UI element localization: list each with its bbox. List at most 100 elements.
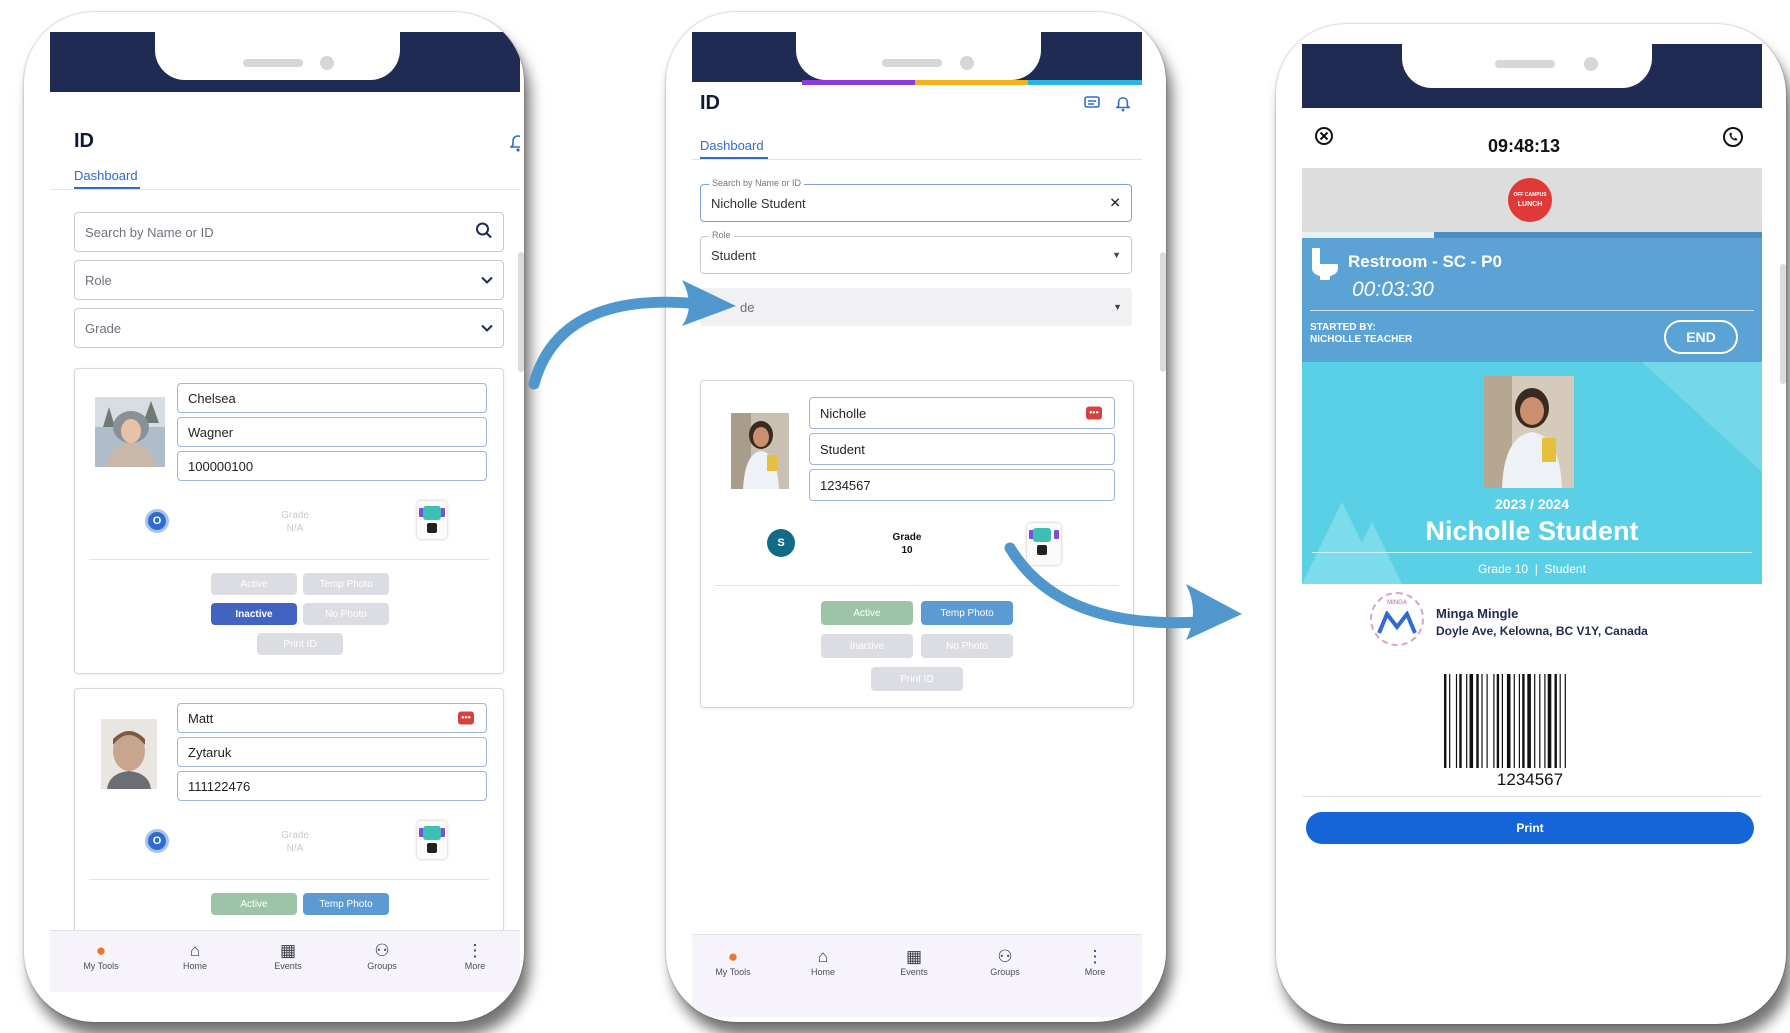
pass-timer: 00:03:30 — [1352, 278, 1434, 301]
school-icon: ⌂ — [189, 941, 201, 960]
school-year: 2023 / 2024 — [1495, 496, 1569, 512]
tab-dashboard[interactable]: Dashboard — [700, 138, 764, 153]
bottom-nav: ● My Tools ⌂ Home ▦ Events ⚇ Groups ⋮ More — [50, 930, 520, 992]
student-photo — [101, 719, 157, 789]
showcase-stage: ID Dashboard Search by Name or ID Role G… — [0, 0, 1790, 1033]
more-icon[interactable]: ••• — [1086, 406, 1102, 420]
barcode-bar — [1564, 674, 1566, 768]
barcode-bar — [1506, 674, 1511, 768]
phone-icon[interactable] — [1722, 126, 1744, 153]
chevron-down-icon — [481, 321, 493, 336]
nav-groups[interactable]: ⚇ Groups — [970, 947, 1040, 977]
phone-digital-id: 09:48:13 OFF CAMPUS LUNCH Restroom - SC -… — [1276, 24, 1786, 1024]
search-input[interactable]: Search by Name or ID — [74, 212, 504, 252]
clear-icon[interactable]: ✕ — [1109, 195, 1121, 212]
student-id-field[interactable]: 100000100 — [177, 451, 487, 481]
role-field[interactable]: Student — [809, 433, 1115, 465]
nav-home[interactable]: ⌂ Home — [160, 941, 230, 971]
active-button[interactable]: Active — [821, 601, 913, 625]
page-title: ID — [700, 92, 720, 114]
first-name-field[interactable]: Chelsea — [177, 383, 487, 413]
id-card-icon[interactable] — [417, 821, 447, 859]
temp-photo-button[interactable]: Temp Photo — [303, 893, 389, 915]
message-icon[interactable] — [1084, 96, 1100, 115]
active-button[interactable]: Active — [211, 573, 297, 595]
barcode-bar — [1513, 674, 1515, 768]
last-name-field[interactable]: Wagner — [177, 417, 487, 447]
barcode-bar — [1501, 674, 1503, 768]
more-icon[interactable]: ••• — [458, 711, 474, 725]
grade-select[interactable]: Grade — [74, 308, 504, 348]
bell-icon[interactable] — [509, 134, 520, 152]
phone-screen: 09:48:13 OFF CAMPUS LUNCH Restroom - SC -… — [1302, 44, 1762, 1004]
bottom-nav: ● My Tools ⌂ Home ▦ Events ⚇ Groups ⋮ More — [692, 934, 1142, 1017]
nav-more[interactable]: ⋮ More — [440, 941, 510, 971]
school-address: Doyle Ave, Kelowna, BC V1Y, Canada — [1436, 624, 1648, 638]
inactive-button[interactable]: Inactive — [211, 603, 297, 625]
first-name-field[interactable]: Matt ••• — [177, 703, 487, 733]
active-button[interactable]: Active — [211, 893, 297, 915]
flow-arrow-icon — [528, 280, 736, 390]
barcode-bar — [1459, 674, 1462, 768]
role-select[interactable]: Role Student ▼ — [700, 230, 1132, 274]
bell-icon[interactable] — [1114, 96, 1132, 117]
nav-my-tools[interactable]: ● My Tools — [66, 941, 136, 971]
nav-home[interactable]: ⌂ Home — [788, 947, 858, 977]
calendar-icon: ▦ — [279, 941, 297, 960]
barcode-bar — [1481, 674, 1483, 768]
tab-dashboard[interactable]: Dashboard — [74, 168, 138, 183]
pass-name: Restroom - SC - P0 — [1348, 252, 1502, 271]
student-card: Chelsea Wagner 100000100 O Grade N/A Acti… — [74, 368, 504, 674]
search-icon[interactable] — [475, 222, 493, 243]
nav-events[interactable]: ▦ Events — [253, 941, 323, 971]
phone-screen: ID Dashboard Search by Name or ID Nichol… — [692, 32, 1142, 1017]
avatar: O — [145, 829, 169, 853]
barcode-bar — [1518, 674, 1520, 768]
student-id-field[interactable]: 111122476 — [177, 771, 487, 801]
nav-my-tools[interactable]: ● My Tools — [698, 947, 768, 977]
phone-dashboard-list: ID Dashboard Search by Name or ID Role G… — [24, 12, 524, 1022]
end-button[interactable]: END — [1664, 320, 1738, 354]
off-campus-lunch-sticker: OFF CAMPUS LUNCH — [1508, 178, 1552, 222]
barcode-bar — [1547, 674, 1552, 768]
id-card-icon[interactable] — [417, 501, 447, 539]
grade-role: Grade 10 | Student — [1478, 562, 1586, 576]
barcode-bar — [1496, 674, 1500, 768]
first-name-field[interactable]: Nicholle ••• — [809, 397, 1115, 429]
temp-photo-button[interactable]: Temp Photo — [303, 573, 389, 595]
student-photo — [731, 413, 789, 489]
student-id-field[interactable]: 1234567 — [809, 469, 1115, 501]
role-select[interactable]: Role — [74, 260, 504, 300]
no-photo-button[interactable]: No Photo — [303, 603, 389, 625]
barcode-bar — [1544, 674, 1546, 768]
toilet-icon — [1310, 246, 1340, 285]
avatar: O — [145, 509, 169, 533]
search-input[interactable]: Search by Name or ID Nicholle Student ✕ — [700, 178, 1132, 222]
print-id-button[interactable]: Print ID — [871, 667, 963, 691]
barcode-bar — [1493, 674, 1495, 768]
grade-info: Grade N/A — [281, 830, 309, 854]
nav-groups[interactable]: ⚇ Groups — [347, 941, 417, 971]
nav-events[interactable]: ▦ Events — [879, 947, 949, 977]
print-button[interactable]: Print — [1306, 812, 1754, 844]
page-title: ID — [74, 130, 94, 152]
more-vertical-icon: ⋮ — [466, 941, 484, 960]
grade-info: Grade 10 — [892, 532, 922, 556]
grade-info: Grade N/A — [281, 510, 309, 534]
student-photo — [95, 397, 165, 467]
student-photo — [1484, 376, 1574, 488]
phone-screen: ID Dashboard Search by Name or ID Role G… — [50, 32, 520, 992]
barcode-number: 1234567 — [1496, 770, 1564, 789]
inactive-button[interactable]: Inactive — [821, 634, 913, 658]
barcode-bar — [1466, 674, 1468, 768]
grade-select[interactable]: de ▼ — [700, 288, 1132, 326]
phone-search-result: ID Dashboard Search by Name or ID Nichol… — [666, 12, 1166, 1022]
student-id-card: 2023 / 2024 Nicholle Student Grade 10 | … — [1302, 362, 1762, 584]
last-name-field[interactable]: Zytaruk — [177, 737, 487, 767]
print-id-button[interactable]: Print ID — [257, 633, 343, 655]
avatar: S — [767, 529, 795, 557]
close-icon[interactable] — [1314, 126, 1334, 151]
barcode-bar — [1554, 674, 1557, 768]
nav-more[interactable]: ⋮ More — [1060, 947, 1130, 977]
sticker-banner: OFF CAMPUS LUNCH — [1302, 168, 1762, 232]
